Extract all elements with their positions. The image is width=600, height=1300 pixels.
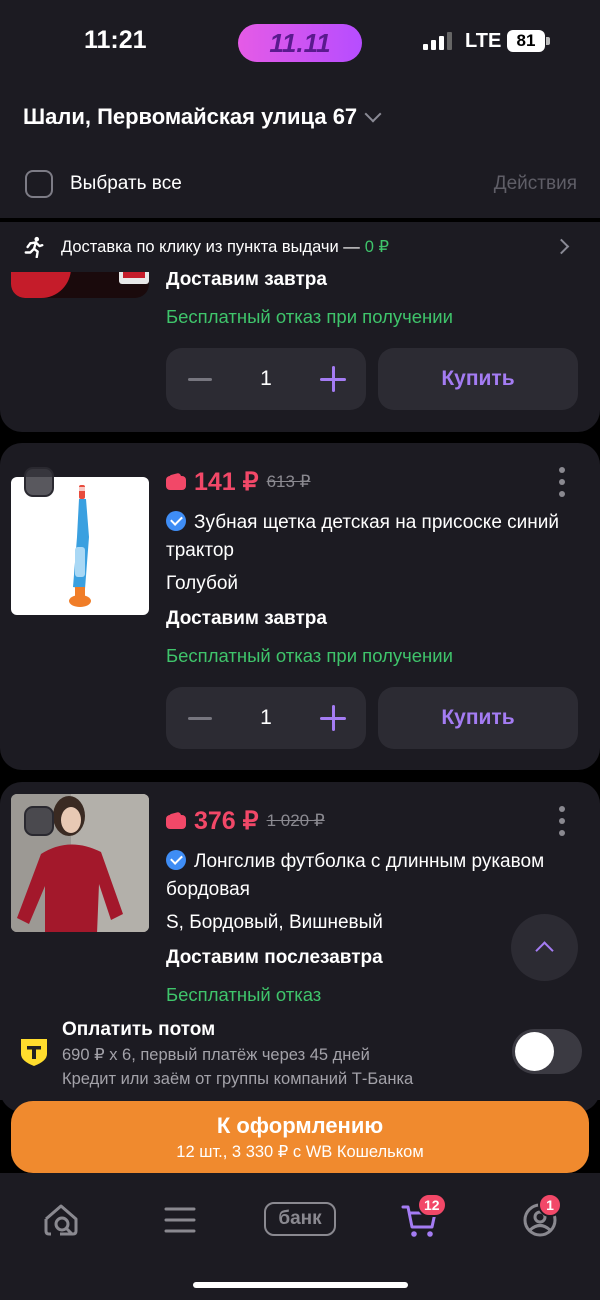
product-title[interactable]: Лонгслив футболка с длинным рукавом борд… [166,848,566,904]
battery-icon: 81 [507,30,545,52]
product-image[interactable] [11,477,149,615]
network-type: LTE [465,30,502,52]
product-variant: S, Бордовый, Вишневый [166,912,383,933]
address-text: Шали, Первомайская улица 67 [23,104,358,129]
actions-button[interactable]: Действия [494,173,577,195]
more-options-icon[interactable] [559,806,565,836]
delivery-banner[interactable]: Доставка по клику из пункта выдачи — 0 ₽ [0,222,600,272]
delivery-banner-price: 0 ₽ [364,238,390,256]
toggle-knob [515,1032,554,1071]
price-row: 376 ₽ 1 020 ₽ [166,806,325,836]
address-selector[interactable]: Шали, Первомайская улица 67 [23,104,382,130]
promo-badge[interactable]: 11.11 [238,24,362,62]
pay-later-credit-note: Кредит или заём от группы компаний Т-Бан… [62,1070,414,1088]
delivery-date: Доставим послезавтра [166,947,383,968]
delivery-banner-text: Доставка по клику из пункта выдачи — [61,237,360,256]
increase-button[interactable] [320,705,346,731]
quantity-stepper: 1 [166,348,366,410]
more-options-icon[interactable] [559,467,565,497]
cart-item: Доставка по клику из пункта выдачи — 0 ₽… [0,222,600,432]
signal-icon [423,32,453,50]
menu-icon[interactable] [157,1197,203,1243]
quantity-stepper: 1 [166,687,366,749]
price: 141 ₽ [194,468,259,496]
price: 376 ₽ [194,807,259,835]
cart-item: 141 ₽ 613 ₽ Зубная щетка детская на прис… [0,443,600,770]
select-all-checkbox[interactable] [25,170,53,198]
profile-badge: 1 [538,1193,562,1217]
old-price: 1 020 ₽ [266,811,325,830]
checkout-summary: 12 шт., 3 330 ₽ с WB Кошельком [176,1142,424,1161]
delivery-date: Доставим завтра [166,269,327,290]
home-indicator [193,1282,408,1288]
item-checkbox[interactable] [24,467,54,497]
chevron-down-icon [364,105,382,123]
delivery-date: Доставим завтра [166,608,327,629]
price-row: 141 ₽ 613 ₽ [166,467,310,497]
checkout-button[interactable]: К оформлению 12 шт., 3 330 ₽ с WB Кошель… [11,1101,589,1173]
buy-button[interactable]: Купить [378,687,578,749]
pay-later-toggle[interactable] [512,1029,582,1074]
chevron-right-icon [553,238,570,255]
return-policy: Бесплатный отказ при получении [166,645,453,666]
cart-badge: 12 [417,1193,447,1217]
return-policy: Бесплатный отказ при получении [166,306,453,327]
bank-tab[interactable]: банк [264,1202,336,1236]
cart-header: Шали, Первомайская улица 67 Выбрать все … [0,84,600,218]
toothbrush-image [69,485,91,607]
select-all[interactable]: Выбрать все [25,170,182,198]
tbank-logo-icon [21,1039,47,1066]
item-checkbox[interactable] [24,806,54,836]
pay-later-panel: Оплатить потом 690 ₽ x 6, первый платёж … [0,1010,600,1100]
wallet-icon [166,472,186,490]
wallet-icon [166,811,186,829]
checkout-label: К оформлению [216,1112,384,1138]
product-title[interactable]: Зубная щетка детская на присоске синий т… [166,509,566,565]
status-bar: 11:21 11.11 LTE 81 [0,0,600,84]
increase-button[interactable] [320,366,346,392]
status-time: 11:21 [84,26,147,54]
buy-button[interactable]: Купить [378,348,578,410]
scroll-to-top-button[interactable] [511,914,578,981]
select-all-label: Выбрать все [70,173,182,194]
verified-icon [166,850,186,870]
search-home-icon[interactable] [38,1197,84,1243]
pay-later-title: Оплатить потом [62,1019,216,1040]
tab-bar: 12 1 [0,1173,600,1300]
verified-icon [166,511,186,531]
product-variant: Голубой [166,573,239,594]
battery-tip [546,37,550,45]
return-policy: Бесплатный отказ [166,984,322,1005]
old-price: 613 ₽ [266,472,311,491]
running-person-icon [24,236,44,258]
pay-later-schedule: 690 ₽ x 6, первый платёж через 45 дней [62,1046,370,1064]
